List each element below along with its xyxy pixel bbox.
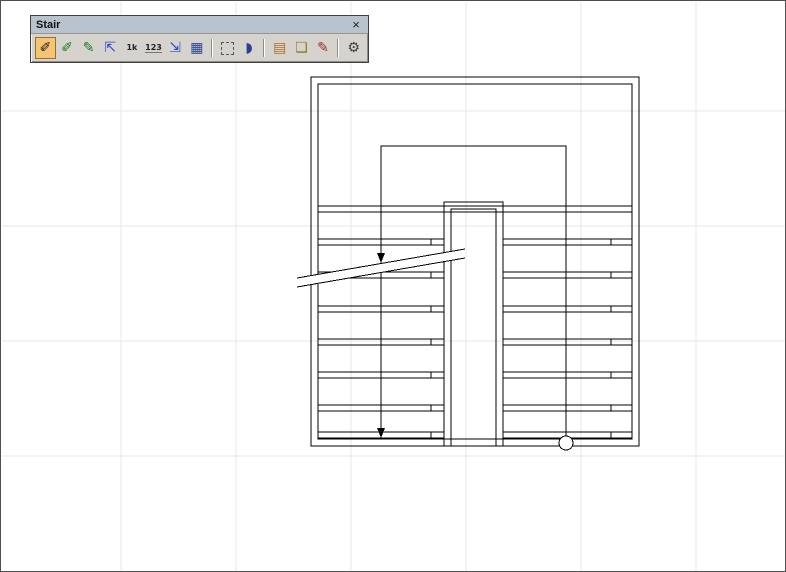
drawing-canvas[interactable] [1,1,786,572]
draw-stair-polyline-tool[interactable]: ✐ [57,37,78,59]
toolbar-separator [263,39,265,57]
stair-plan[interactable] [311,77,639,446]
grid-icon: ▦ [190,41,203,55]
1k-icon: 1k [126,44,137,52]
walking-line-markers [377,253,573,450]
marquee-tool[interactable] [217,37,238,59]
start-circle [559,436,573,450]
green-pencil-icon: ✎ [83,41,95,55]
toolbar-title: Stair [36,19,349,31]
walking-line [381,146,566,436]
dashed-box-icon [221,42,234,55]
arrow-up-left-icon: ⇱ [104,41,116,55]
toolbar-icons: ✐ ✐ ✎ ⇱ 1k 123 ⇲ ▦ ◗ ▤ ❏ ✎ ⚙ [31,34,368,62]
stair-schedule-tool[interactable]: ▦ [186,37,207,59]
bar-chart-icon: ▤ [273,41,286,55]
arrow-down-right-icon: ⇲ [169,41,181,55]
toolbar-titlebar[interactable]: Stair × [31,16,368,34]
numbering-tool[interactable]: 123 [143,37,164,59]
half-circle-icon: ◗ [245,41,252,55]
application-window: Stair × ✐ ✐ ✎ ⇱ 1k 123 ⇲ ▦ ◗ ▤ ❏ ✎ ⚙ [0,0,786,572]
inject-parameters-tool[interactable]: ⇱ [100,37,121,59]
stair-toolbar: Stair × ✐ ✐ ✎ ⇱ 1k 123 ⇲ ▦ ◗ ▤ ❏ ✎ ⚙ [30,15,369,63]
stair-levels-tool[interactable]: ▤ [269,37,290,59]
edit-stair-tool[interactable]: ✎ [313,37,334,59]
mirror-tool[interactable]: ◗ [239,37,260,59]
toolbar-separator [337,39,339,57]
draw-stair-tool[interactable]: ✐ [35,37,56,59]
gears-icon: ⚙ [347,41,360,55]
document-edit-icon: ✎ [317,41,329,55]
stair-settings-tool[interactable]: ⚙ [343,37,364,59]
green-pen-icon: ✐ [61,41,73,55]
pen-icon: ✐ [39,41,51,55]
riser-height-tool[interactable]: 1k [122,37,143,59]
document-icon: ❏ [295,41,308,55]
123-icon: 123 [145,44,162,53]
toolbar-separator [211,39,213,57]
new-stair-tool[interactable]: ❏ [291,37,312,59]
extract-parameters-tool[interactable]: ⇲ [165,37,186,59]
draw-landing-tool[interactable]: ✎ [78,37,99,59]
grid-lines [2,2,786,572]
close-icon[interactable]: × [349,18,363,32]
